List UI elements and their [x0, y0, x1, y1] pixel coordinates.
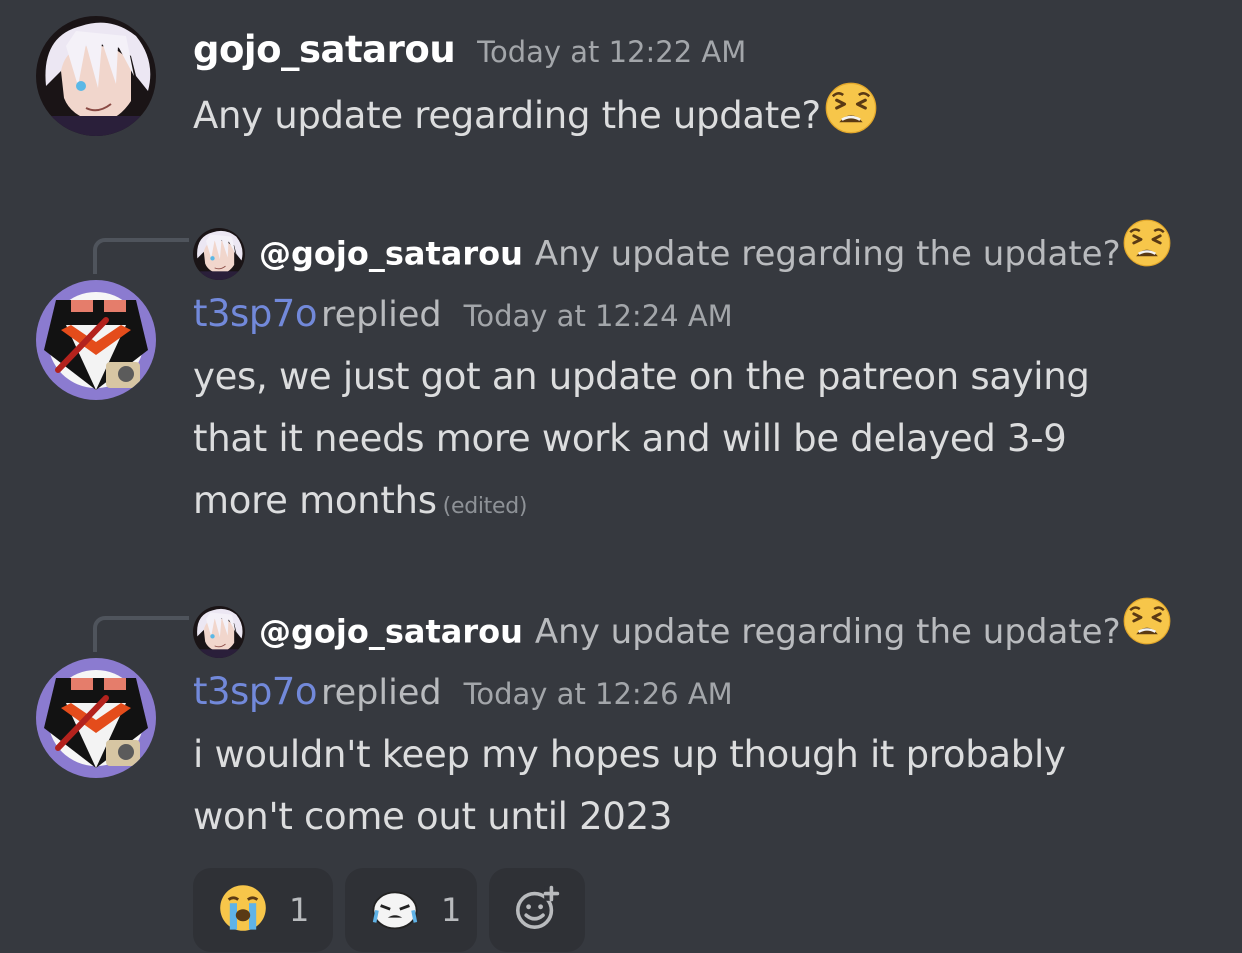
reply-connector — [93, 616, 189, 652]
username[interactable]: gojo_satarou — [193, 28, 456, 71]
message-header: t3sp7o replied Today at 12:24 AM — [193, 288, 1222, 340]
reply-text: Any update regarding the update? — [534, 233, 1121, 274]
add-reaction-button[interactable] — [489, 868, 585, 952]
reply-username[interactable]: @gojo_satarou — [259, 235, 523, 273]
edited-label: (edited) — [442, 494, 528, 519]
timestamp[interactable]: Today at 12:26 AM — [464, 677, 733, 711]
replied-label: replied — [321, 295, 442, 335]
loudly-crying-face-icon — [219, 884, 267, 936]
reaction-count: 1 — [441, 891, 462, 929]
reaction-loudly-crying[interactable]: 1 — [193, 868, 333, 952]
message-line: more months — [193, 479, 437, 522]
reply-preview[interactable]: @gojo_satarou Any update regarding the up… — [193, 219, 1171, 271]
weary-face-icon — [825, 82, 877, 153]
reaction-count: 1 — [289, 891, 310, 929]
reaction-custom-crying[interactable]: 1 — [345, 868, 477, 952]
message-line: yes, we just got an update on the patreo… — [193, 355, 1090, 398]
message-line: that it needs more work and will be dela… — [193, 417, 1067, 460]
avatar — [193, 228, 245, 280]
reply-username[interactable]: @gojo_satarou — [259, 613, 523, 651]
message-text: yes, we just got an update on the patreo… — [193, 346, 1222, 538]
message-header: gojo_satarou Today at 12:22 AM — [193, 24, 1222, 76]
avatar[interactable] — [36, 16, 156, 136]
username[interactable]: t3sp7o — [193, 670, 318, 713]
message-line: won't come out until 2023 — [193, 795, 673, 838]
message-header: t3sp7o replied Today at 12:26 AM — [193, 666, 1222, 718]
timestamp[interactable]: Today at 12:24 AM — [464, 299, 733, 333]
avatar[interactable] — [36, 280, 156, 400]
replied-label: replied — [321, 673, 442, 713]
message-text: Any update regarding the update? — [193, 82, 1222, 153]
avatar — [193, 606, 245, 658]
add-reaction-icon — [513, 884, 561, 936]
reply-text: Any update regarding the update? — [534, 611, 1121, 652]
reactions-bar: 1 1 — [193, 868, 585, 952]
message-line: Any update regarding the update? — [193, 94, 821, 137]
message-line: i wouldn't keep my hopes up though it pr… — [193, 733, 1066, 776]
weary-face-icon — [1123, 219, 1171, 288]
reply-preview[interactable]: @gojo_satarou Any update regarding the up… — [193, 597, 1171, 649]
crying-emoji-icon — [371, 884, 419, 936]
reply-connector — [93, 238, 189, 274]
username[interactable]: t3sp7o — [193, 292, 318, 335]
weary-face-icon — [1123, 597, 1171, 666]
avatar[interactable] — [36, 658, 156, 778]
timestamp[interactable]: Today at 12:22 AM — [477, 35, 746, 69]
message-text: i wouldn't keep my hopes up though it pr… — [193, 724, 1222, 848]
